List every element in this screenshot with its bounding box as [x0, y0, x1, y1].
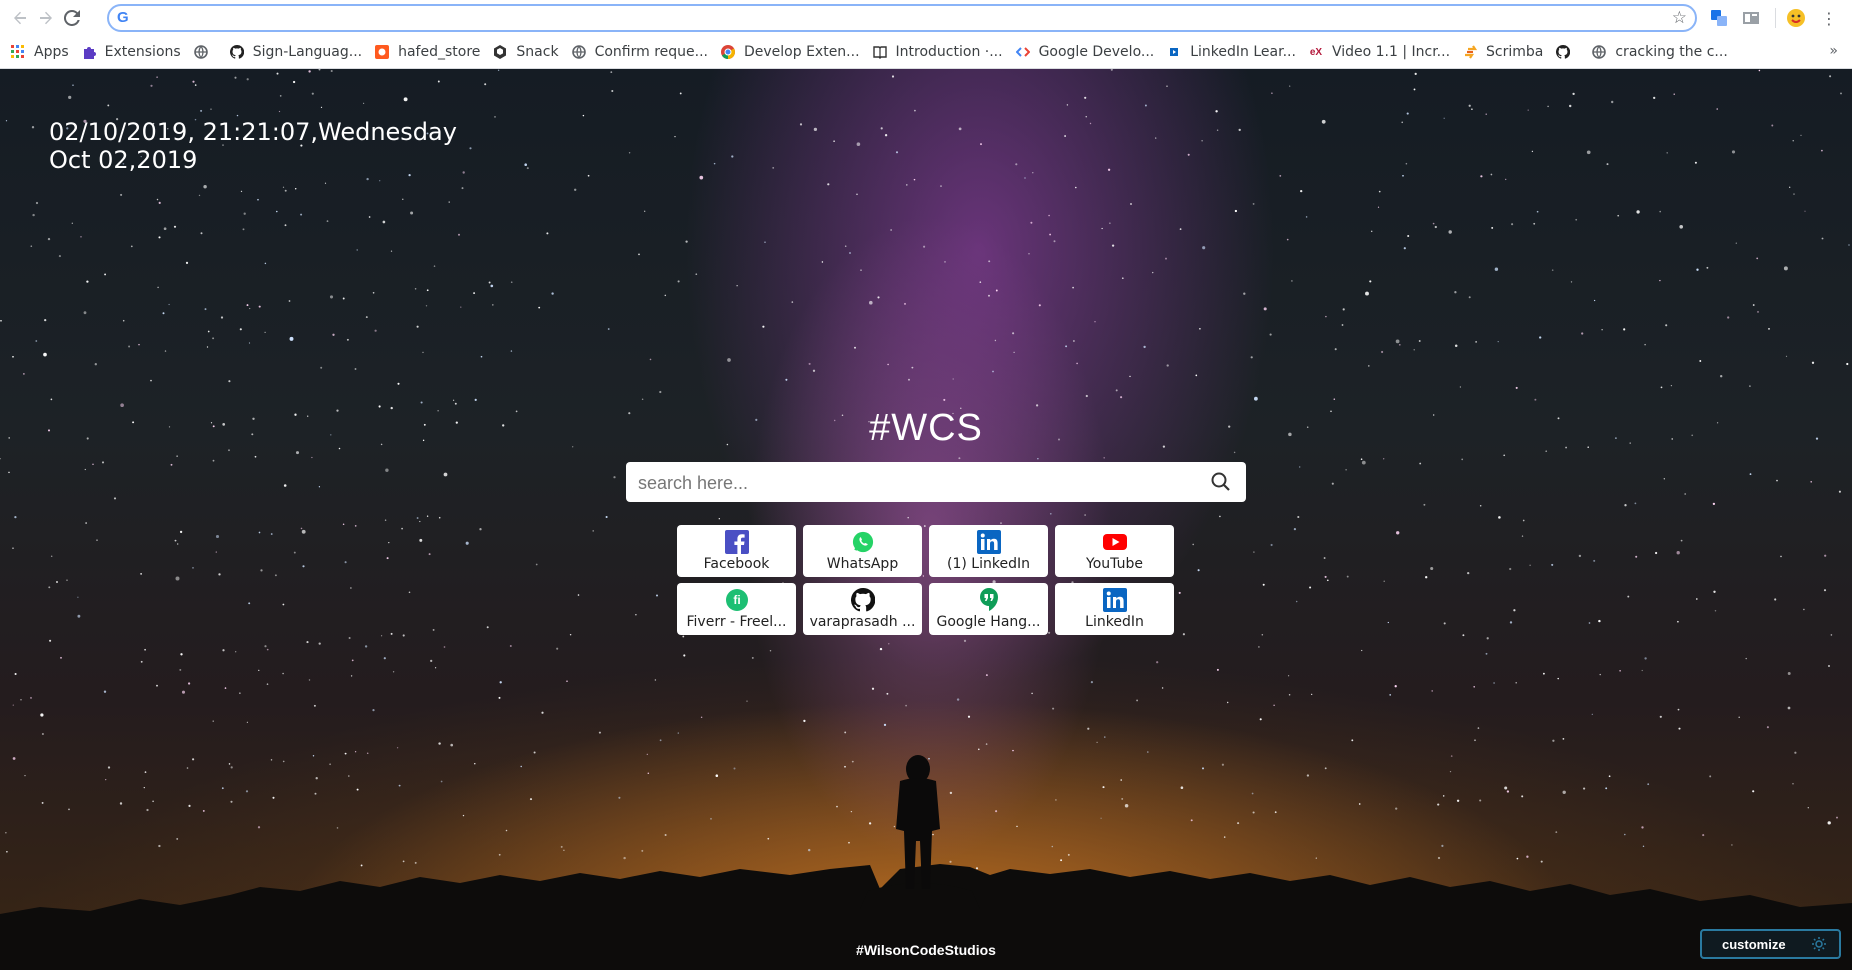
bookmark-untitled[interactable]	[193, 44, 217, 60]
linkedin-learning-icon	[1166, 44, 1182, 60]
edx-icon: eX	[1309, 46, 1323, 58]
bookmark-snack[interactable]: Snack	[492, 44, 559, 60]
google-g-icon: G	[117, 9, 129, 26]
address-input[interactable]	[139, 8, 1643, 30]
bookmark-scrimba[interactable]: Scrimba	[1462, 44, 1543, 60]
back-arrow-icon[interactable]	[8, 6, 32, 30]
bookmark-cracking-the-coding[interactable]: cracking the c...	[1591, 44, 1728, 60]
bookmark-video-edx[interactable]: eX Video 1.1 | Incr...	[1308, 44, 1450, 60]
bookmark-github[interactable]	[1555, 44, 1579, 60]
customize-button[interactable]: customize	[1700, 929, 1841, 959]
book-icon	[872, 44, 888, 60]
reader-extension-icon[interactable]	[1740, 7, 1762, 29]
bookmark-google-developers[interactable]: Google Develo...	[1015, 44, 1154, 60]
translate-extension-icon[interactable]	[1708, 7, 1730, 29]
bookmarks-bar: Apps Extensions Sign-Languag... hafed_st…	[0, 36, 1852, 69]
globe-icon	[193, 44, 209, 60]
bookmark-hafed-store[interactable]: hafed_store	[374, 44, 480, 60]
google-developers-icon	[1015, 44, 1031, 60]
profile-avatar-icon[interactable]	[1785, 7, 1807, 29]
chrome-menu-icon[interactable]: ⋮	[1818, 7, 1840, 29]
bookmark-develop-extensions[interactable]: Develop Exten...	[720, 44, 860, 60]
bookmark-apps[interactable]: Apps	[10, 44, 69, 60]
new-tab-page: 02/10/2019, 21:21:07,Wednesday Oct 02,20…	[0, 69, 1852, 970]
github-icon	[229, 44, 245, 60]
address-bar[interactable]: G ☆	[107, 4, 1697, 32]
github-icon	[1555, 44, 1571, 60]
forward-arrow-icon[interactable]	[34, 6, 58, 30]
snack-icon	[492, 44, 508, 60]
globe-icon	[571, 44, 587, 60]
store-icon	[374, 44, 390, 60]
bookmark-confirm-request[interactable]: Confirm reque...	[571, 44, 708, 60]
apps-grid-icon	[10, 44, 26, 60]
bookmark-star-icon[interactable]: ☆	[1672, 8, 1687, 28]
browser-window: G ☆ ⋮ Apps Extensions Sign-Languag... ha…	[0, 0, 1852, 970]
bookmark-linkedin-learning[interactable]: LinkedIn Lear...	[1166, 44, 1296, 60]
chrome-icon	[720, 44, 736, 60]
scrimba-icon	[1462, 44, 1478, 60]
gear-icon	[1812, 937, 1826, 951]
globe-icon	[1591, 44, 1607, 60]
footer-brand: #WilsonCodeStudios	[856, 942, 996, 958]
browser-toolbar: G ☆ ⋮	[0, 0, 1852, 36]
puzzle-icon	[81, 44, 97, 60]
horizon-silhouette	[0, 755, 1852, 970]
bookmark-sign-language[interactable]: Sign-Languag...	[229, 44, 362, 60]
bookmarks-overflow-icon[interactable]: »	[1829, 43, 1838, 59]
bookmark-introduction[interactable]: Introduction ·...	[872, 44, 1003, 60]
reload-icon[interactable]	[60, 6, 84, 30]
bookmark-extensions[interactable]: Extensions	[81, 44, 181, 60]
toolbar-divider	[1775, 8, 1776, 28]
customize-label: customize	[1722, 936, 1786, 952]
